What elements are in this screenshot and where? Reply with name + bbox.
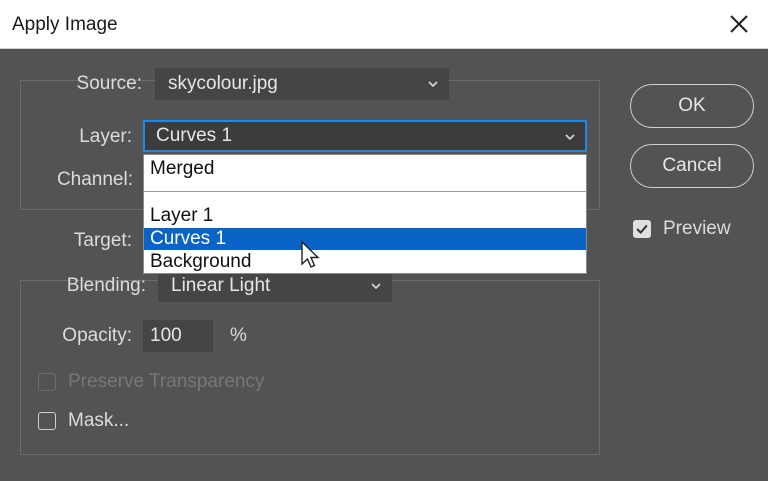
layer-dropdown[interactable]: Curves 1 (143, 120, 587, 152)
layer-dropdown-menu: Merged Layer 1 Curves 1 Background (143, 154, 587, 274)
preview-checkbox[interactable] (633, 220, 651, 238)
title-bar: Apply Image (0, 0, 768, 49)
mask-label[interactable]: Mask... (68, 410, 129, 432)
source-value: skycolour.jpg (168, 73, 278, 94)
opacity-unit: % (230, 325, 247, 346)
mouse-pointer-icon (301, 240, 320, 268)
mask-checkbox[interactable] (38, 412, 56, 430)
opacity-label: Opacity: (62, 325, 132, 346)
menu-separator (144, 191, 586, 192)
dialog-title: Apply Image (12, 14, 118, 35)
chevron-down-icon (428, 81, 438, 88)
opacity-input[interactable]: 100 (143, 320, 213, 352)
blending-dropdown[interactable]: Linear Light (158, 270, 392, 302)
menu-item-merged[interactable]: Merged (144, 158, 586, 180)
checkmark-icon (636, 224, 648, 234)
blending-value: Linear Light (171, 275, 271, 296)
menu-item-curves-1[interactable]: Curves 1 (144, 228, 586, 250)
layer-value: Curves 1 (156, 125, 233, 146)
channel-label: Channel: (56, 169, 133, 190)
preserve-transparency-label: Preserve Transparency (68, 371, 265, 392)
ok-button[interactable]: OK (630, 84, 754, 128)
close-icon[interactable] (724, 9, 754, 39)
preview-label[interactable]: Preview (663, 218, 731, 240)
chevron-down-icon (565, 134, 575, 141)
preserve-transparency-checkbox (38, 373, 56, 391)
blending-label: Blending: (66, 275, 146, 296)
cancel-button[interactable]: Cancel (630, 144, 754, 188)
menu-item-background[interactable]: Background (144, 251, 586, 273)
menu-item-layer-1[interactable]: Layer 1 (144, 205, 586, 227)
layer-label: Layer: (79, 126, 132, 147)
source-label: Source: (76, 73, 142, 94)
opacity-value: 100 (150, 325, 182, 346)
target-label: Target: (73, 230, 132, 251)
source-dropdown[interactable]: skycolour.jpg (155, 68, 449, 100)
chevron-down-icon (371, 283, 381, 290)
